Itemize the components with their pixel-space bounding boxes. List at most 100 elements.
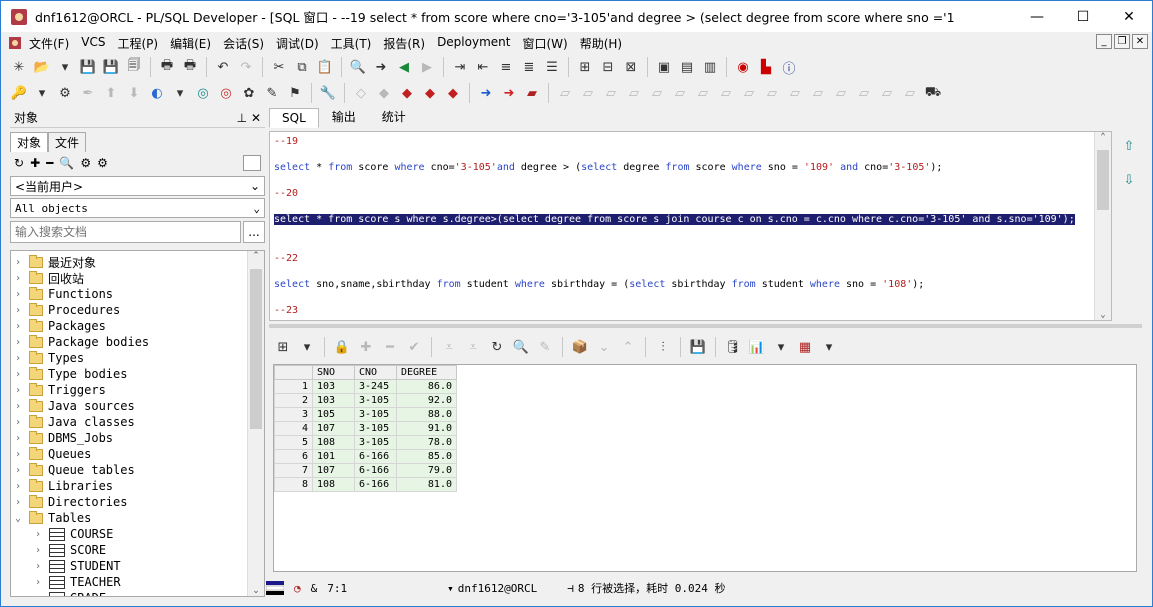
execute-sql-icon[interactable]: ◐ [147, 83, 167, 103]
remove-icon[interactable]: ━ [46, 156, 53, 170]
tree-item[interactable]: › 回收站 [11, 270, 264, 286]
tab-objects[interactable]: 对象 [10, 132, 49, 152]
column-header[interactable]: SNO [312, 365, 355, 380]
row-number[interactable]: 7 [274, 463, 313, 478]
table-cell[interactable]: 78.0 [396, 435, 457, 450]
open-icon[interactable]: 📂 [32, 57, 52, 77]
uncomment-icon[interactable]: ≣ [519, 57, 539, 77]
tree-item[interactable]: › Java sources [11, 398, 264, 414]
table-cell[interactable]: 3-105 [354, 435, 397, 450]
open-dropdown-icon[interactable]: ▾ [55, 57, 75, 77]
column-header[interactable]: CNO [354, 365, 397, 380]
editor-scrollbar[interactable]: ⌃ ⌄ [1094, 132, 1111, 320]
pin-close-icon[interactable]: ⊥ ✕ [237, 111, 261, 125]
table-row[interactable]: 3 105 3-105 88.0 [274, 407, 457, 422]
minimize-button[interactable]: — [1014, 1, 1060, 32]
template2-icon[interactable]: ▱ [578, 83, 598, 103]
tree-item[interactable]: › Triggers [11, 382, 264, 398]
outdent-icon[interactable]: ⇤ [473, 57, 493, 77]
info-icon[interactable]: ⓘ [779, 57, 799, 77]
table-row[interactable]: 6 101 6-166 85.0 [274, 449, 457, 464]
eraser-icon[interactable]: ◇ [351, 83, 371, 103]
chevron-right-icon[interactable]: › [11, 385, 25, 396]
red-shape3-icon[interactable]: ◆ [443, 83, 463, 103]
last-page-icon[interactable]: ⩡ [463, 337, 483, 357]
table-cell[interactable]: 108 [312, 477, 355, 492]
menu-item[interactable]: 编辑(E) [164, 35, 217, 52]
row-number[interactable]: 1 [274, 379, 313, 394]
chart-icon[interactable]: 📊 [747, 337, 767, 357]
find-icon[interactable]: 🔍 [511, 337, 531, 357]
menu-item[interactable]: 帮助(H) [574, 35, 628, 52]
save-icon[interactable]: 💾 [688, 337, 708, 357]
mdi-minimize-button[interactable]: _ [1096, 34, 1112, 49]
chevron-right-icon[interactable]: › [11, 369, 25, 380]
template-icon[interactable]: ▱ [555, 83, 575, 103]
chevron-right-icon[interactable]: › [11, 321, 25, 332]
row-number[interactable]: 5 [274, 435, 313, 450]
sql-editor[interactable]: --19 select * from score where cno='3-105… [269, 131, 1112, 321]
indent-icon[interactable]: ⇥ [450, 57, 470, 77]
wrench-icon[interactable]: 🔧 [318, 83, 338, 103]
connection-indicator[interactable]: ▾ dnf1612@ORCL [447, 582, 537, 595]
tree-item[interactable]: › 最近对象 [11, 254, 264, 270]
row-number[interactable]: 6 [274, 449, 313, 464]
color-box[interactable] [243, 155, 261, 171]
tile-icon[interactable]: ▤ [677, 57, 697, 77]
delete-record-icon[interactable]: ━ [380, 337, 400, 357]
template10-icon[interactable]: ▱ [762, 83, 782, 103]
object-browser-icon[interactable]: 🔑 [9, 83, 29, 103]
table-cell[interactable]: 3-105 [354, 407, 397, 422]
search-button[interactable]: ... [243, 221, 265, 243]
template13-icon[interactable]: ▱ [831, 83, 851, 103]
scroll-thumb[interactable] [1097, 150, 1109, 210]
chevron-right-icon[interactable]: › [31, 593, 45, 597]
table-row[interactable]: 2 103 3-105 92.0 [274, 393, 457, 408]
copy-icon[interactable]: ⧉ [292, 57, 312, 77]
chevron-right-icon[interactable]: › [11, 257, 25, 268]
chevron-right-icon[interactable]: › [11, 401, 25, 412]
table-row[interactable]: 5 108 3-105 78.0 [274, 435, 457, 450]
grid-icon[interactable]: ⊞ [273, 337, 293, 357]
tool3-icon[interactable]: ⚑ [285, 83, 305, 103]
tree-item[interactable]: › Types [11, 350, 264, 366]
table-row[interactable]: 4 107 3-105 91.0 [274, 421, 457, 436]
compile-icon[interactable]: ⚙ [55, 83, 75, 103]
tree-item[interactable]: › Procedures [11, 302, 264, 318]
rollback-icon[interactable]: ⬇ [124, 83, 144, 103]
tree-item[interactable]: › Functions [11, 286, 264, 302]
chevron-right-icon[interactable]: › [11, 353, 25, 364]
search-input[interactable] [10, 221, 241, 243]
splitter[interactable] [269, 324, 1142, 328]
chevron-down-icon[interactable]: ⌄ [11, 513, 25, 524]
row-number[interactable]: 4 [274, 421, 313, 436]
table-cell[interactable]: 107 [312, 463, 355, 478]
table-cell[interactable]: 92.0 [396, 393, 457, 408]
object-type-select[interactable]: All objects ⌄ [10, 198, 265, 218]
tree-table-item[interactable]: › STUDENT [11, 558, 264, 574]
chevron-right-icon[interactable]: › [11, 337, 25, 348]
column-header[interactable]: DEGREE [396, 365, 457, 380]
format-icon[interactable]: ☰ [542, 57, 562, 77]
table-cell[interactable]: 101 [312, 449, 355, 464]
pdf-icon[interactable]: ▙ [756, 57, 776, 77]
mdi-restore-button[interactable]: ❐ [1114, 34, 1130, 49]
tree-item[interactable]: › Queues [11, 446, 264, 462]
table-cell[interactable]: 91.0 [396, 421, 457, 436]
menu-item[interactable]: 会话(S) [217, 35, 270, 52]
new-icon[interactable]: ✳ [9, 57, 29, 77]
up-icon[interactable]: ⌃ [618, 337, 638, 357]
chevron-right-icon[interactable]: › [11, 305, 25, 316]
paste-icon[interactable]: 📋 [315, 57, 335, 77]
debug-icon[interactable]: ✒ [78, 83, 98, 103]
chevron-right-icon[interactable]: › [11, 465, 25, 476]
save-all-icon[interactable]: 🗐 [124, 57, 144, 77]
template5-icon[interactable]: ▱ [647, 83, 667, 103]
result-grid[interactable]: SNO CNO DEGREE 1 103 3-245 86.0 2 103 3-105 92.0 3… [273, 364, 1137, 572]
cascade-icon[interactable]: ▥ [700, 57, 720, 77]
windows-icon[interactable]: ▣ [654, 57, 674, 77]
maximize-button[interactable]: ☐ [1060, 1, 1106, 32]
table-export-icon[interactable]: ▦ [795, 337, 815, 357]
export-icon[interactable]: 📦 [570, 337, 590, 357]
template16-icon[interactable]: ▱ [900, 83, 920, 103]
